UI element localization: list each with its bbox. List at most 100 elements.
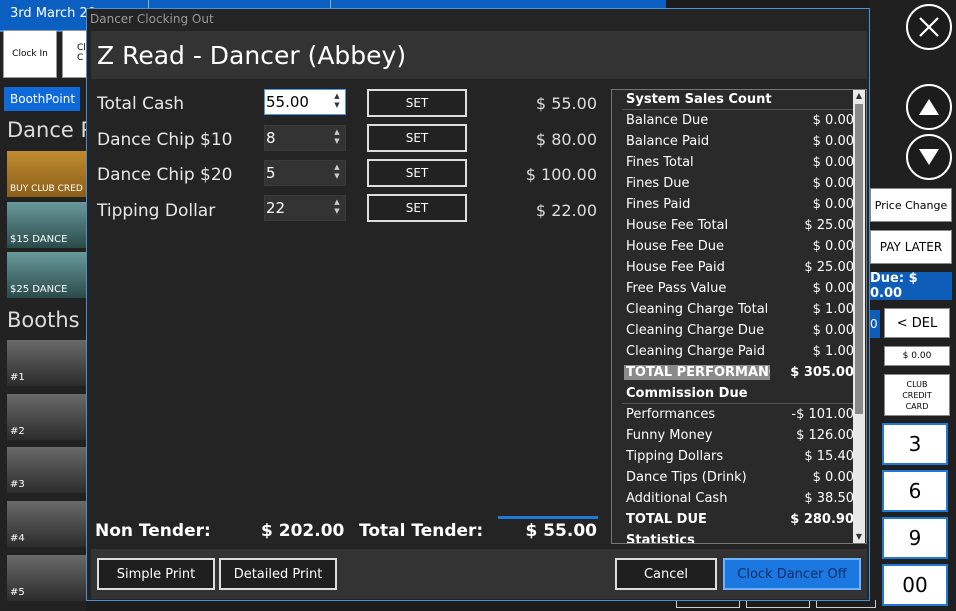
dance-25-tile[interactable]: $25 DANCE bbox=[7, 252, 86, 298]
summary-key: Fines Paid bbox=[626, 197, 691, 212]
scrollbar[interactable]: ▲ ▼ bbox=[853, 90, 865, 543]
summary-value: $ 38.50 bbox=[804, 491, 854, 506]
cancel-button[interactable]: Cancel bbox=[615, 558, 717, 590]
booth-tile[interactable]: #5 bbox=[7, 555, 86, 601]
summary-row: House Fee Total $ 25.00 bbox=[612, 216, 854, 237]
tipping-dollar-input[interactable]: 22 ▲ ▼ bbox=[264, 195, 346, 221]
summary-value: $ 0.00 bbox=[812, 113, 854, 128]
summary-value: $ 0.00 bbox=[812, 281, 854, 296]
booth-tile[interactable]: #4 bbox=[7, 501, 86, 547]
arrow-down-icon[interactable] bbox=[906, 134, 952, 180]
simple-print-button[interactable]: Simple Print bbox=[97, 558, 215, 590]
total-tender-label: Total Tender: bbox=[359, 521, 484, 541]
dialog-caption: Dancer Clocking Out bbox=[90, 12, 214, 26]
scroll-down-icon[interactable]: ▼ bbox=[853, 531, 865, 543]
total-tender-underline bbox=[498, 516, 598, 519]
pay-later-button[interactable]: PAY LATER bbox=[870, 230, 952, 264]
summary-row: House Fee Paid $ 25.00 bbox=[612, 258, 854, 279]
dance-chip-10-label: Dance Chip $10 bbox=[97, 130, 233, 150]
summary-row: Funny Money $ 126.00 bbox=[612, 426, 854, 447]
section-title: Commission Due bbox=[626, 386, 748, 401]
key-6[interactable]: 6 bbox=[882, 470, 948, 512]
summary-row: Balance Paid $ 0.00 bbox=[612, 132, 854, 153]
price-change-button[interactable]: Price Change bbox=[870, 188, 952, 222]
set-dance-chip-20-button[interactable]: SET bbox=[367, 159, 467, 187]
due-display: Due: $ 0.00 bbox=[870, 271, 952, 301]
spinner-icon[interactable]: ▲ ▼ bbox=[331, 92, 343, 112]
summary-value: $ 0.00 bbox=[812, 197, 854, 212]
total-cash-input[interactable]: 55.00 ▲ ▼ bbox=[264, 89, 346, 115]
key-00[interactable]: 00 bbox=[882, 564, 948, 606]
summary-row: Cleaning Charge Paid $ 1.00 bbox=[612, 342, 854, 363]
dance-chip-20-input[interactable]: 5 ▲ ▼ bbox=[264, 160, 346, 186]
summary-value: $ 25.00 bbox=[804, 260, 854, 275]
dance-chip-10-amount: $ 80.00 bbox=[535, 130, 597, 149]
summary-key: Free Pass Value bbox=[626, 281, 727, 296]
tab-boothpoint[interactable]: BoothPoint bbox=[4, 87, 80, 111]
section-header: Statistics bbox=[612, 531, 854, 543]
summary-value: $ 1.00 bbox=[812, 302, 854, 317]
total-cash-value: 55.00 bbox=[266, 93, 309, 111]
section-divider bbox=[622, 109, 854, 110]
spinner-icon[interactable]: ▲ ▼ bbox=[331, 128, 343, 148]
summary-key: Balance Paid bbox=[626, 134, 710, 149]
total-cash-label: Total Cash bbox=[97, 94, 185, 114]
summary-key: Cleaning Charge Paid bbox=[626, 344, 765, 359]
amount-button[interactable]: $ 0.00 bbox=[884, 346, 950, 366]
close-icon[interactable] bbox=[906, 4, 952, 50]
clock-dancer-off-button[interactable]: Clock Dancer Off bbox=[723, 558, 861, 590]
summary-row: Cleaning Charge Total $ 1.00 bbox=[612, 300, 854, 321]
non-tender-value: $ 202.00 bbox=[261, 521, 345, 541]
booth-tile[interactable]: #3 bbox=[7, 447, 86, 493]
booth-tile[interactable]: #1 bbox=[7, 340, 86, 386]
sales-summary-panel[interactable]: System Sales Count Balance Due $ 0.00 Bal… bbox=[611, 89, 867, 544]
summary-key: Additional Cash bbox=[626, 491, 728, 506]
summary-value: $ 0.00 bbox=[812, 155, 854, 170]
summary-row: House Fee Due $ 0.00 bbox=[612, 237, 854, 258]
buy-club-credit-tile[interactable]: BUY CLUB CRED bbox=[7, 151, 86, 197]
scroll-up-icon[interactable]: ▲ bbox=[853, 90, 865, 102]
arrow-up-icon[interactable] bbox=[906, 84, 952, 130]
key-3[interactable]: 3 bbox=[882, 423, 948, 465]
summary-value: $ 280.90 bbox=[790, 512, 854, 527]
summary-row: Fines Paid $ 0.00 bbox=[612, 195, 854, 216]
summary-key: Tipping Dollars bbox=[626, 449, 724, 464]
spinner-icon[interactable]: ▲ ▼ bbox=[331, 198, 343, 218]
dance-chip-20-amount: $ 100.00 bbox=[525, 165, 597, 184]
summary-row: Additional Cash $ 38.50 bbox=[612, 489, 854, 510]
summary-value: $ 0.00 bbox=[812, 134, 854, 149]
summary-value: $ 0.00 bbox=[812, 176, 854, 191]
dance-15-tile[interactable]: $15 DANCE bbox=[7, 202, 86, 248]
summary-value: -$ 101.00 bbox=[791, 407, 854, 422]
dance-chip-20-label: Dance Chip $20 bbox=[97, 165, 233, 185]
top-bar-divider bbox=[330, 0, 331, 8]
summary-key: House Fee Due bbox=[626, 239, 725, 254]
total-cash-amount: $ 55.00 bbox=[535, 94, 597, 113]
summary-key: Balance Due bbox=[626, 113, 709, 128]
delete-button[interactable]: < DEL bbox=[884, 308, 950, 338]
summary-value: $ 126.00 bbox=[796, 428, 854, 443]
booth-tile[interactable]: #2 bbox=[7, 394, 86, 440]
background-button-edge bbox=[816, 600, 876, 608]
dance-chip-10-value: 8 bbox=[266, 129, 276, 147]
clock-out-dialog: Dancer Clocking Out Z Read - Dancer (Abb… bbox=[86, 8, 870, 601]
summary-value: $ 15.40 bbox=[804, 449, 854, 464]
summary-value: $ 1.00 bbox=[812, 344, 854, 359]
summary-key: Performances bbox=[626, 407, 716, 422]
key-9[interactable]: 9 bbox=[882, 517, 948, 559]
summary-value: $ 0.00 bbox=[812, 323, 854, 338]
summary-key: TOTAL PERFORMANCES bbox=[624, 365, 770, 380]
spinner-icon[interactable]: ▲ ▼ bbox=[331, 163, 343, 183]
summary-key: Cleaning Charge Due bbox=[626, 323, 765, 338]
set-total-cash-button[interactable]: SET bbox=[367, 89, 467, 117]
scrollbar-thumb[interactable] bbox=[855, 104, 863, 414]
summary-value: $ 25.00 bbox=[804, 218, 854, 233]
dance-chip-10-input[interactable]: 8 ▲ ▼ bbox=[264, 125, 346, 151]
dialog-title: Z Read - Dancer (Abbey) bbox=[97, 41, 407, 70]
summary-key: House Fee Total bbox=[626, 218, 729, 233]
set-tipping-dollar-button[interactable]: SET bbox=[367, 194, 467, 222]
clock-in-button[interactable]: Clock In bbox=[3, 30, 57, 78]
detailed-print-button[interactable]: Detailed Print bbox=[219, 558, 337, 590]
club-credit-card-button[interactable]: CLUB CREDIT CARD bbox=[884, 374, 950, 416]
set-dance-chip-10-button[interactable]: SET bbox=[367, 124, 467, 152]
